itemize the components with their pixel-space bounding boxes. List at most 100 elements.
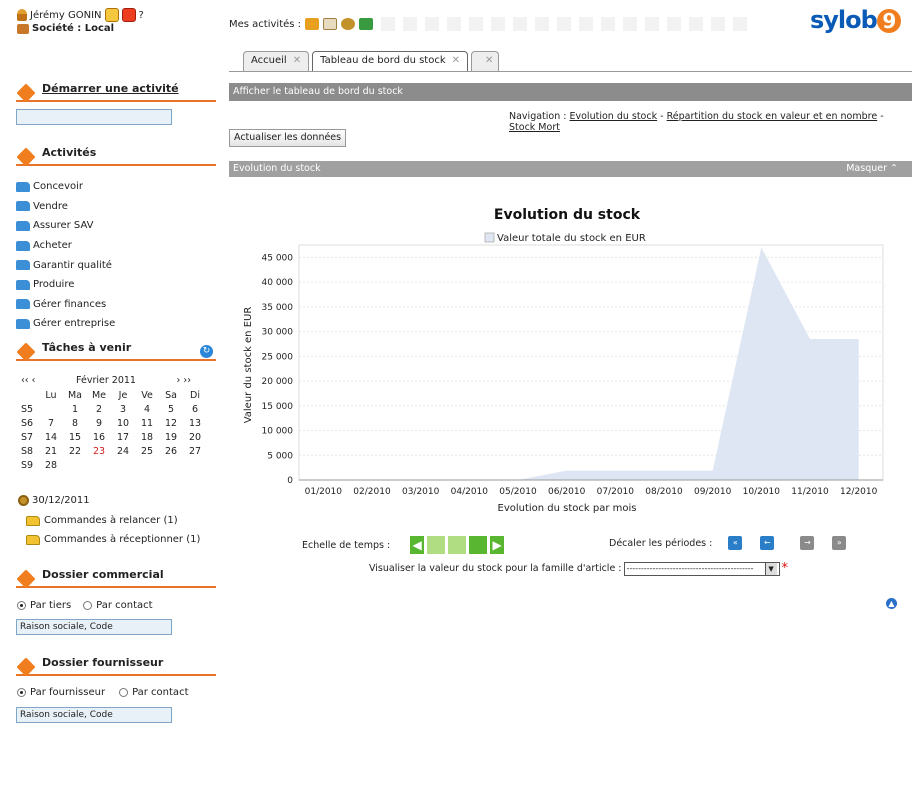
empty-slot[interactable] (623, 17, 638, 31)
calendar-day[interactable]: 22 (63, 445, 87, 458)
empty-slot[interactable] (667, 17, 682, 31)
nav-link-evolution[interactable]: Evolution du stock (570, 111, 658, 122)
scale-step[interactable] (427, 536, 446, 554)
radio-par-contact[interactable] (119, 688, 129, 697)
empty-slot[interactable] (513, 17, 528, 31)
tab-empty[interactable]: ✕ (471, 51, 500, 71)
empty-slot[interactable] (601, 17, 616, 31)
next-month-button[interactable]: › (177, 375, 181, 386)
radio-par-contact[interactable] (83, 601, 93, 610)
calendar-day[interactable] (39, 403, 63, 416)
commercial-search-input[interactable]: Raison sociale, Code (16, 619, 172, 635)
family-select[interactable]: ----------------------------------------… (623, 561, 780, 576)
empty-slot[interactable] (447, 17, 462, 31)
nav-link-stock-mort[interactable]: Stock Mort (509, 122, 560, 133)
activity-item[interactable]: Produire (16, 275, 115, 295)
gear-icon[interactable] (341, 18, 356, 30)
activity-item[interactable]: Concevoir (16, 177, 115, 197)
zoom-in-button[interactable]: ▶ (490, 536, 505, 554)
image-icon[interactable] (359, 18, 374, 30)
calendar-day[interactable]: 28 (39, 459, 63, 472)
calendar-day[interactable]: 21 (39, 445, 63, 458)
calendar-day[interactable]: 20 (183, 431, 207, 444)
empty-slot[interactable] (381, 17, 396, 31)
calendar-day[interactable]: 26 (159, 445, 183, 458)
tab-stock-dashboard[interactable]: Tableau de bord du stock ✕ (312, 51, 469, 71)
calendar-day[interactable]: 9 (87, 417, 111, 430)
empty-slot[interactable] (491, 17, 506, 31)
calendar-day[interactable] (87, 459, 111, 472)
calendar-day[interactable]: 12 (159, 417, 183, 430)
calendar-day[interactable]: 14 (39, 431, 63, 444)
calendar-day[interactable]: 10 (111, 417, 135, 430)
calendar-day[interactable] (111, 459, 135, 472)
calendar-day[interactable]: 1 (63, 403, 87, 416)
empty-slot[interactable] (403, 17, 418, 31)
calendar-day[interactable]: 27 (183, 445, 207, 458)
close-icon[interactable]: ✕ (485, 55, 493, 68)
activity-item[interactable]: Garantir qualité (16, 255, 115, 275)
tab-accueil[interactable]: Accueil ✕ (243, 51, 310, 71)
empty-slot[interactable] (425, 17, 440, 31)
task-item[interactable]: Commandes à relancer (1) (26, 515, 178, 526)
calendar-day[interactable]: 7 (39, 417, 63, 430)
calendar-day[interactable] (183, 459, 207, 472)
calendar-day[interactable] (135, 459, 159, 472)
calendar-day[interactable]: 24 (111, 445, 135, 458)
document-icon[interactable] (323, 18, 338, 30)
prev-year-button[interactable]: ‹‹ (21, 375, 29, 386)
zoom-out-button[interactable]: ◀ (410, 536, 425, 554)
activity-item[interactable]: Gérer entreprise (16, 314, 115, 334)
calendar-day[interactable]: 11 (135, 417, 159, 430)
nav-link-repartition[interactable]: Répartition du stock en valeur et en nom… (667, 111, 878, 122)
close-icon[interactable]: ✕ (452, 55, 460, 68)
scale-step[interactable] (469, 536, 488, 554)
calendar-day[interactable]: 25 (135, 445, 159, 458)
calendar-day[interactable]: 5 (159, 403, 183, 416)
empty-slot[interactable] (579, 17, 594, 31)
calendar-day[interactable]: 3 (111, 403, 135, 416)
calendar-day[interactable]: 18 (135, 431, 159, 444)
next-period-button[interactable]: → (800, 536, 815, 550)
help-icon[interactable]: ? (139, 10, 144, 21)
empty-slot[interactable] (535, 17, 550, 31)
close-icon[interactable]: ✕ (293, 55, 301, 68)
hide-button[interactable]: Masquer ⌃ (846, 163, 898, 174)
calendar-day[interactable]: 15 (63, 431, 87, 444)
next-year-button[interactable]: ›› (183, 375, 191, 386)
calendar-day[interactable]: 2 (87, 403, 111, 416)
empty-slot[interactable] (469, 17, 484, 31)
activity-item[interactable]: Acheter (16, 236, 115, 256)
empty-slot[interactable] (645, 17, 660, 31)
calendar-day[interactable]: 13 (183, 417, 207, 430)
key-icon[interactable] (104, 8, 119, 22)
prev-period-button[interactable]: ← (760, 536, 775, 550)
activity-item[interactable]: Gérer finances (16, 295, 115, 315)
empty-slot[interactable] (733, 17, 748, 31)
empty-slot[interactable] (689, 17, 704, 31)
empty-slot[interactable] (557, 17, 572, 31)
empty-slot[interactable] (711, 17, 726, 31)
calendar-day[interactable]: 23 (87, 445, 111, 458)
radio-par-fournisseur[interactable] (17, 688, 26, 697)
calendar-day[interactable]: 6 (183, 403, 207, 416)
power-icon[interactable] (121, 8, 136, 22)
calendar-day[interactable]: 17 (111, 431, 135, 444)
scroll-top-icon[interactable]: ▲ (886, 598, 897, 609)
task-item[interactable]: Commandes à réceptionner (1) (26, 534, 200, 545)
prev-month-button[interactable]: ‹ (32, 375, 36, 386)
calendar-day[interactable]: 16 (87, 431, 111, 444)
calendar-day[interactable] (159, 459, 183, 472)
calendar-day[interactable]: 4 (135, 403, 159, 416)
radio-par-tiers[interactable] (17, 601, 26, 610)
home-icon[interactable] (305, 18, 320, 30)
start-activity-input[interactable] (16, 109, 172, 125)
refresh-icon[interactable]: ↻ (200, 345, 213, 358)
supplier-search-input[interactable]: Raison sociale, Code (16, 707, 172, 723)
last-period-button[interactable]: » (832, 536, 847, 550)
calendar-day[interactable]: 8 (63, 417, 87, 430)
activity-item[interactable]: Vendre (16, 197, 115, 217)
scale-step[interactable] (448, 536, 467, 554)
calendar-day[interactable] (63, 459, 87, 472)
first-period-button[interactable]: « (728, 536, 743, 550)
